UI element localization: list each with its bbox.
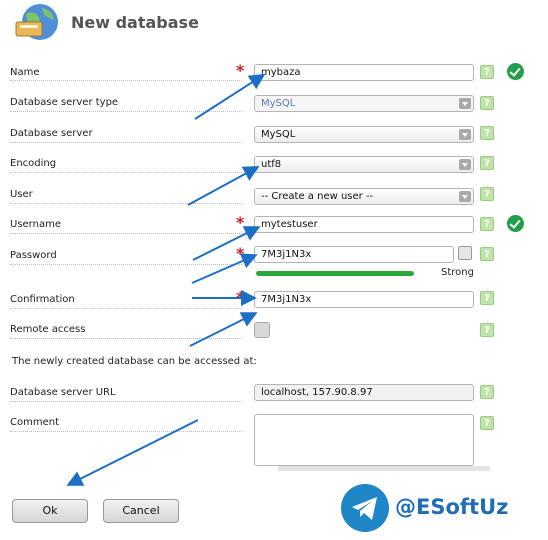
- user-select[interactable]: -- Create a new user --: [254, 188, 474, 205]
- generate-password-icon[interactable]: [458, 246, 472, 260]
- name-help-icon[interactable]: ?: [480, 65, 494, 79]
- server-divider: [10, 141, 242, 143]
- server-type-select[interactable]: MySQL: [254, 95, 474, 112]
- comment-label: Comment: [10, 417, 59, 428]
- name-input[interactable]: mybaza: [254, 64, 474, 81]
- watermark-text: @ESoftUz: [395, 495, 509, 519]
- dialog-title: New database: [71, 13, 199, 32]
- user-divider: [10, 202, 242, 204]
- username-valid-check-icon: [507, 215, 524, 232]
- username-divider: [10, 232, 242, 234]
- name-valid-check-icon: [507, 63, 524, 80]
- username-help-icon[interactable]: ?: [480, 217, 494, 231]
- access-info-text: The newly created database can be access…: [12, 356, 257, 367]
- encoding-label: Encoding: [10, 158, 57, 169]
- user-label: User: [10, 189, 33, 200]
- server-value: MySQL: [261, 129, 296, 140]
- chevron-down-icon: [459, 159, 471, 170]
- confirmation-label: Confirmation: [10, 294, 75, 305]
- confirmation-help-icon[interactable]: ?: [480, 291, 494, 305]
- server-url-label: Database server URL: [10, 387, 116, 398]
- server-url-divider: [10, 400, 242, 402]
- password-divider: [10, 263, 242, 265]
- comment-scrollbar[interactable]: [278, 466, 490, 471]
- remote-access-divider: [10, 337, 242, 339]
- ok-button[interactable]: Ok: [12, 499, 88, 523]
- user-help-icon[interactable]: ?: [480, 187, 494, 201]
- confirmation-divider: [10, 307, 242, 309]
- name-required-marker: *: [236, 61, 245, 80]
- server-label: Database server: [10, 128, 93, 139]
- remote-access-checkbox[interactable]: [254, 322, 270, 338]
- arrow-to-password: [191, 253, 258, 284]
- server-url-field: localhost, 157.90.8.97: [254, 384, 474, 401]
- server-type-help-icon[interactable]: ?: [480, 96, 494, 110]
- username-label: Username: [10, 219, 61, 230]
- name-label: Name: [10, 67, 40, 78]
- comment-help-icon[interactable]: ?: [480, 416, 494, 430]
- password-required-marker: *: [236, 244, 245, 263]
- chevron-down-icon: [459, 98, 471, 109]
- remote-access-label: Remote access: [10, 324, 86, 335]
- comment-textarea[interactable]: [254, 414, 474, 466]
- password-input[interactable]: 7M3j1N3x: [254, 246, 454, 263]
- password-help-icon[interactable]: ?: [480, 247, 494, 261]
- confirmation-required-marker: *: [236, 288, 245, 307]
- username-input[interactable]: mytestuser: [254, 216, 474, 233]
- arrow-to-encoding: [187, 166, 260, 206]
- arrow-to-remote-access: [189, 312, 258, 347]
- encoding-help-icon[interactable]: ?: [480, 156, 494, 170]
- chevron-down-icon: [459, 191, 471, 202]
- password-label: Password: [10, 250, 57, 261]
- encoding-value: utf8: [261, 159, 282, 170]
- database-globe-icon: [12, 0, 62, 46]
- encoding-select[interactable]: utf8: [254, 156, 474, 173]
- telegram-icon: [341, 484, 389, 532]
- server-type-label: Database server type: [10, 97, 119, 108]
- server-select[interactable]: MySQL: [254, 126, 474, 143]
- server-help-icon[interactable]: ?: [480, 126, 494, 140]
- server-type-value: MySQL: [261, 98, 296, 109]
- server-type-divider: [10, 110, 242, 112]
- server-url-help-icon[interactable]: ?: [480, 385, 494, 399]
- comment-divider: [10, 430, 242, 432]
- password-strength-bar: [256, 271, 414, 276]
- arrow-to-name: [194, 73, 266, 120]
- confirmation-input[interactable]: 7M3j1N3x: [254, 291, 474, 308]
- encoding-divider: [10, 171, 242, 173]
- cancel-button[interactable]: Cancel: [103, 499, 179, 523]
- username-required-marker: *: [236, 213, 245, 232]
- password-strength-label: Strong: [441, 267, 474, 278]
- chevron-down-icon: [459, 129, 471, 140]
- user-value: -- Create a new user --: [261, 191, 374, 202]
- name-divider: [10, 79, 242, 81]
- remote-access-help-icon[interactable]: ?: [480, 323, 494, 337]
